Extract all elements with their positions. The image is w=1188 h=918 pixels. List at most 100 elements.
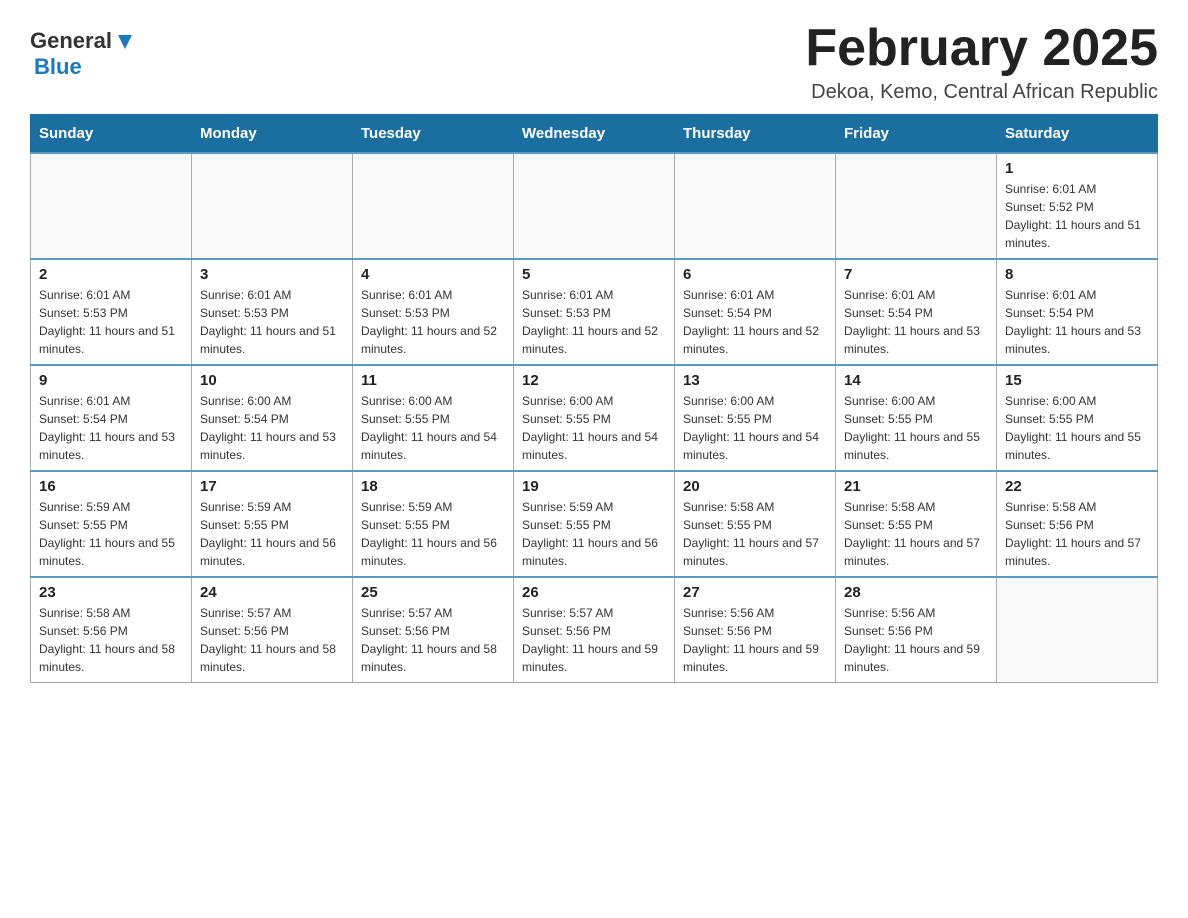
day-info: Sunrise: 6:00 AM Sunset: 5:55 PM Dayligh… (683, 392, 827, 464)
calendar-header-friday: Friday (836, 115, 997, 154)
day-number: 12 (522, 372, 666, 389)
day-info: Sunrise: 6:01 AM Sunset: 5:53 PM Dayligh… (39, 286, 183, 358)
logo-arrow-icon (114, 31, 136, 53)
day-info: Sunrise: 5:57 AM Sunset: 5:56 PM Dayligh… (361, 604, 505, 676)
calendar-cell: 28 Sunrise: 5:56 AM Sunset: 5:56 PM Dayli… (836, 577, 997, 683)
calendar-cell (192, 153, 353, 259)
day-number: 21 (844, 478, 988, 495)
calendar-header-wednesday: Wednesday (514, 115, 675, 154)
day-info: Sunrise: 6:01 AM Sunset: 5:53 PM Dayligh… (361, 286, 505, 358)
calendar-cell: 24 Sunrise: 5:57 AM Sunset: 5:56 PM Dayli… (192, 577, 353, 683)
day-info: Sunrise: 6:00 AM Sunset: 5:55 PM Dayligh… (522, 392, 666, 464)
calendar-cell (514, 153, 675, 259)
main-title: February 2025 (805, 20, 1158, 77)
day-number: 28 (844, 584, 988, 601)
calendar-header-thursday: Thursday (675, 115, 836, 154)
day-info: Sunrise: 6:01 AM Sunset: 5:54 PM Dayligh… (1005, 286, 1149, 358)
day-number: 22 (1005, 478, 1149, 495)
page-header: General Blue February 2025 Dekoa, Kemo, … (30, 20, 1158, 104)
day-info: Sunrise: 5:59 AM Sunset: 5:55 PM Dayligh… (200, 498, 344, 570)
calendar-header-monday: Monday (192, 115, 353, 154)
calendar-cell: 16 Sunrise: 5:59 AM Sunset: 5:55 PM Dayli… (31, 471, 192, 577)
day-number: 24 (200, 584, 344, 601)
day-number: 20 (683, 478, 827, 495)
calendar-cell (353, 153, 514, 259)
day-info: Sunrise: 6:01 AM Sunset: 5:53 PM Dayligh… (200, 286, 344, 358)
day-info: Sunrise: 6:01 AM Sunset: 5:53 PM Dayligh… (522, 286, 666, 358)
calendar-week-row: 23 Sunrise: 5:58 AM Sunset: 5:56 PM Dayli… (31, 577, 1158, 683)
day-number: 10 (200, 372, 344, 389)
day-number: 1 (1005, 160, 1149, 177)
day-number: 8 (1005, 266, 1149, 283)
calendar-cell: 13 Sunrise: 6:00 AM Sunset: 5:55 PM Dayli… (675, 365, 836, 471)
logo: General Blue (30, 28, 136, 80)
day-number: 6 (683, 266, 827, 283)
calendar-cell: 11 Sunrise: 6:00 AM Sunset: 5:55 PM Dayli… (353, 365, 514, 471)
subtitle: Dekoa, Kemo, Central African Republic (805, 81, 1158, 104)
calendar-cell: 8 Sunrise: 6:01 AM Sunset: 5:54 PM Daylig… (997, 259, 1158, 365)
title-section: February 2025 Dekoa, Kemo, Central Afric… (805, 20, 1158, 104)
day-number: 11 (361, 372, 505, 389)
calendar-header-tuesday: Tuesday (353, 115, 514, 154)
calendar-cell: 21Sunrise: 5:58 AM Sunset: 5:55 PM Dayli… (836, 471, 997, 577)
calendar-week-row: 9 Sunrise: 6:01 AM Sunset: 5:54 PM Daylig… (31, 365, 1158, 471)
day-info: Sunrise: 6:01 AM Sunset: 5:54 PM Dayligh… (39, 392, 183, 464)
calendar-header-sunday: Sunday (31, 115, 192, 154)
calendar-cell: 2Sunrise: 6:01 AM Sunset: 5:53 PM Daylig… (31, 259, 192, 365)
day-number: 17 (200, 478, 344, 495)
calendar-cell: 15 Sunrise: 6:00 AM Sunset: 5:55 PM Dayli… (997, 365, 1158, 471)
calendar-header-row: SundayMondayTuesdayWednesdayThursdayFrid… (31, 115, 1158, 154)
day-number: 26 (522, 584, 666, 601)
day-info: Sunrise: 6:01 AM Sunset: 5:54 PM Dayligh… (683, 286, 827, 358)
calendar-table: SundayMondayTuesdayWednesdayThursdayFrid… (30, 114, 1158, 683)
day-number: 18 (361, 478, 505, 495)
calendar-cell: 23 Sunrise: 5:58 AM Sunset: 5:56 PM Dayli… (31, 577, 192, 683)
day-info: Sunrise: 6:00 AM Sunset: 5:55 PM Dayligh… (1005, 392, 1149, 464)
calendar-cell (836, 153, 997, 259)
day-info: Sunrise: 6:01 AM Sunset: 5:52 PM Dayligh… (1005, 180, 1149, 252)
calendar-header-saturday: Saturday (997, 115, 1158, 154)
day-info: Sunrise: 6:00 AM Sunset: 5:54 PM Dayligh… (200, 392, 344, 464)
day-info: Sunrise: 6:00 AM Sunset: 5:55 PM Dayligh… (361, 392, 505, 464)
day-info: Sunrise: 5:58 AM Sunset: 5:56 PM Dayligh… (39, 604, 183, 676)
logo-general-text: General (30, 28, 112, 54)
day-number: 5 (522, 266, 666, 283)
day-number: 27 (683, 584, 827, 601)
calendar-cell: 22 Sunrise: 5:58 AM Sunset: 5:56 PM Dayli… (997, 471, 1158, 577)
day-info: Sunrise: 5:56 AM Sunset: 5:56 PM Dayligh… (844, 604, 988, 676)
day-number: 25 (361, 584, 505, 601)
day-info: Sunrise: 5:58 AM Sunset: 5:56 PM Dayligh… (1005, 498, 1149, 570)
calendar-cell (675, 153, 836, 259)
calendar-cell: 17 Sunrise: 5:59 AM Sunset: 5:55 PM Dayli… (192, 471, 353, 577)
day-number: 15 (1005, 372, 1149, 389)
day-number: 13 (683, 372, 827, 389)
day-info: Sunrise: 6:01 AM Sunset: 5:54 PM Dayligh… (844, 286, 988, 358)
calendar-cell: 9 Sunrise: 6:01 AM Sunset: 5:54 PM Daylig… (31, 365, 192, 471)
day-number: 3 (200, 266, 344, 283)
calendar-cell: 5 Sunrise: 6:01 AM Sunset: 5:53 PM Daylig… (514, 259, 675, 365)
day-info: Sunrise: 6:00 AM Sunset: 5:55 PM Dayligh… (844, 392, 988, 464)
calendar-cell (31, 153, 192, 259)
calendar-cell: 19 Sunrise: 5:59 AM Sunset: 5:55 PM Dayli… (514, 471, 675, 577)
calendar-cell: 20 Sunrise: 5:58 AM Sunset: 5:55 PM Dayli… (675, 471, 836, 577)
day-info: Sunrise: 5:57 AM Sunset: 5:56 PM Dayligh… (200, 604, 344, 676)
calendar-cell: 3 Sunrise: 6:01 AM Sunset: 5:53 PM Daylig… (192, 259, 353, 365)
day-number: 23 (39, 584, 183, 601)
calendar-cell: 14 Sunrise: 6:00 AM Sunset: 5:55 PM Dayli… (836, 365, 997, 471)
calendar-cell: 4 Sunrise: 6:01 AM Sunset: 5:53 PM Daylig… (353, 259, 514, 365)
day-number: 7 (844, 266, 988, 283)
day-info: Sunrise: 5:58 AM Sunset: 5:55 PM Dayligh… (683, 498, 827, 570)
day-number: 19 (522, 478, 666, 495)
day-number: 9 (39, 372, 183, 389)
day-number: 4 (361, 266, 505, 283)
calendar-cell: 26Sunrise: 5:57 AM Sunset: 5:56 PM Dayli… (514, 577, 675, 683)
calendar-week-row: 2Sunrise: 6:01 AM Sunset: 5:53 PM Daylig… (31, 259, 1158, 365)
day-info: Sunrise: 5:59 AM Sunset: 5:55 PM Dayligh… (522, 498, 666, 570)
logo-blue-text: Blue (34, 54, 82, 80)
calendar-cell: 7 Sunrise: 6:01 AM Sunset: 5:54 PM Daylig… (836, 259, 997, 365)
day-number: 14 (844, 372, 988, 389)
calendar-cell: 6 Sunrise: 6:01 AM Sunset: 5:54 PM Daylig… (675, 259, 836, 365)
day-number: 16 (39, 478, 183, 495)
calendar-week-row: 1 Sunrise: 6:01 AM Sunset: 5:52 PM Daylig… (31, 153, 1158, 259)
day-info: Sunrise: 5:59 AM Sunset: 5:55 PM Dayligh… (39, 498, 183, 570)
